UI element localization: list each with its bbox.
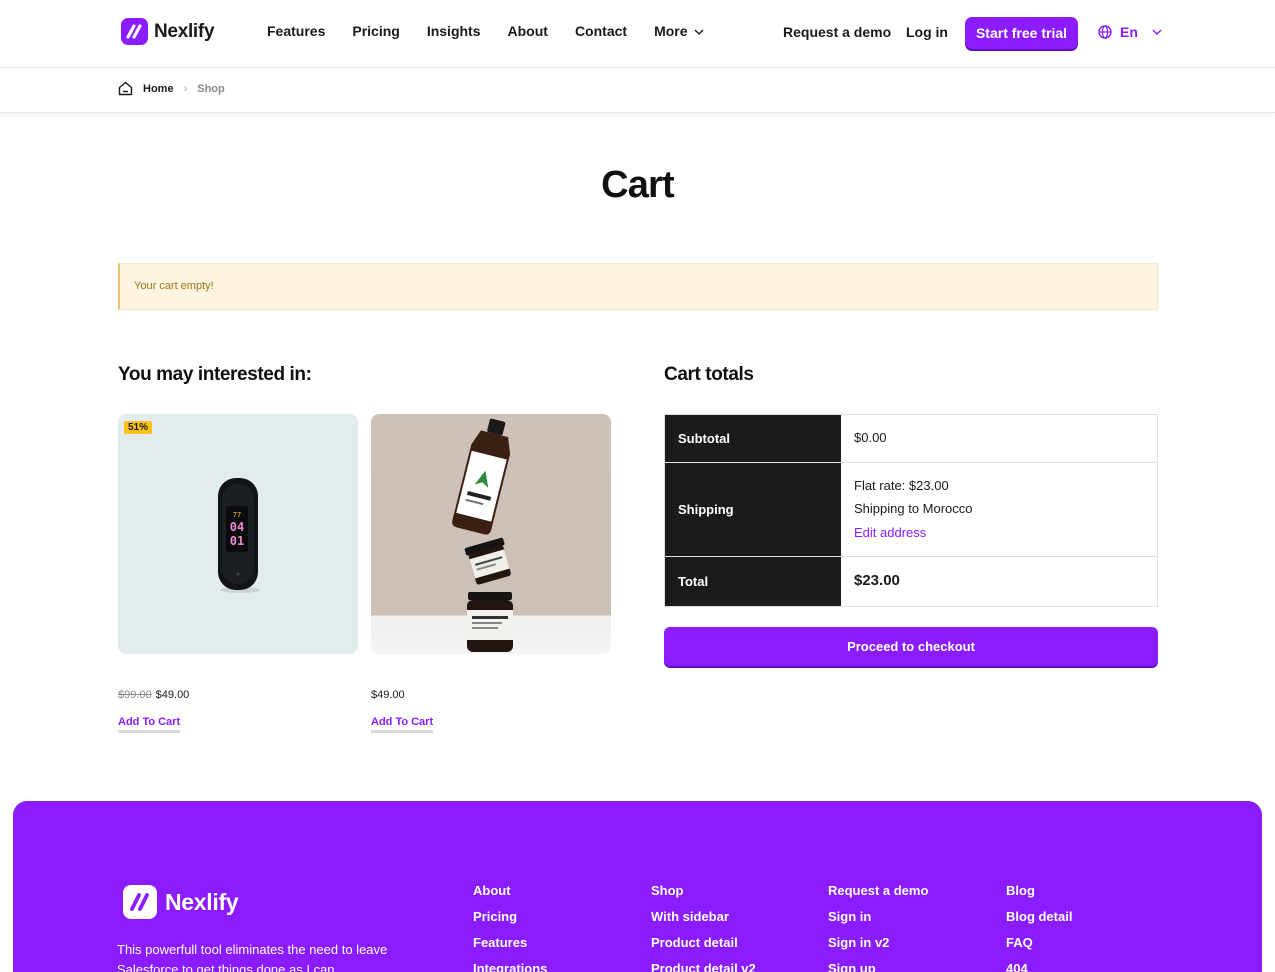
subtotal-row: Subtotal $0.00 — [665, 415, 1157, 463]
start-trial-button[interactable]: Start free trial — [965, 17, 1078, 49]
footer-link[interactable]: Blog detail — [1006, 909, 1072, 925]
request-demo-link[interactable]: Request a demo — [783, 24, 891, 40]
recommend-heading: You may interested in: — [118, 364, 312, 385]
total-row: Total $23.00 — [665, 557, 1157, 606]
svg-text:01: 01 — [230, 534, 244, 548]
cart-totals-heading: Cart totals — [664, 364, 754, 385]
breadcrumb-home[interactable]: Home — [143, 83, 174, 95]
product-card-image[interactable]: 51% 77 04 01 — [118, 414, 358, 654]
footer-link[interactable]: 404 — [1006, 961, 1072, 972]
nav-item-contact[interactable]: Contact — [575, 23, 627, 39]
chevron-down-icon — [1152, 29, 1162, 35]
language-selector[interactable]: En — [1098, 24, 1162, 40]
old-price: $99.00 — [118, 689, 152, 701]
sale-price: $49.00 — [371, 689, 405, 701]
subtotal-value: $0.00 — [854, 430, 887, 445]
total-value: $23.00 — [854, 572, 900, 589]
footer-column: Blog Blog detail FAQ 404 — [1006, 883, 1072, 972]
add-to-cart-button[interactable]: Add To Cart — [118, 716, 181, 733]
logo-mark-icon — [123, 885, 157, 919]
footer-link[interactable]: Blog — [1006, 883, 1072, 899]
footer-link[interactable]: Sign in — [828, 909, 928, 925]
globe-icon — [1098, 25, 1112, 39]
breadcrumb-bar: Home › Shop — [0, 68, 1275, 113]
brand-name: Nexlify — [154, 20, 215, 42]
footer-column: About Pricing Features Integrations — [473, 883, 547, 972]
footer-link[interactable]: Product detail v2 — [651, 961, 756, 972]
nav-item-about[interactable]: About — [508, 23, 548, 39]
cart-empty-notice: Your cart empty! — [118, 263, 1158, 310]
nav-item-features[interactable]: Features — [267, 23, 325, 39]
breadcrumb-current: Shop — [197, 82, 225, 95]
footer-column: Request a demo Sign in Sign in v2 Sign u… — [828, 883, 928, 972]
footer-link[interactable]: Sign up — [828, 961, 928, 972]
total-label: Total — [665, 557, 841, 606]
site-header: Nexlify Features Pricing Insights About … — [0, 0, 1275, 68]
stacked-bottles-image — [452, 418, 513, 652]
subtotal-label: Subtotal — [665, 415, 841, 462]
fitness-band-image: 77 04 01 — [218, 478, 260, 593]
add-to-cart-button[interactable]: Add To Cart — [371, 716, 434, 733]
edit-address-link[interactable]: Edit address — [854, 525, 926, 540]
nav-more-label: More — [654, 23, 688, 39]
shipping-rate: Flat rate: $23.00 — [854, 478, 949, 493]
language-label: En — [1120, 24, 1138, 40]
footer-column: Shop With sidebar Product detail Product… — [651, 883, 756, 972]
footer-link[interactable]: FAQ — [1006, 935, 1072, 951]
footer-link[interactable]: Pricing — [473, 909, 547, 925]
product-card-image[interactable] — [371, 414, 611, 654]
main-nav: Features Pricing Insights About Contact … — [267, 23, 704, 39]
sale-price: $49.00 — [155, 689, 190, 701]
footer-link[interactable]: Product detail — [651, 935, 756, 951]
product-price: $49.00 — [371, 689, 405, 701]
home-icon[interactable] — [118, 81, 133, 96]
footer-link[interactable]: Request a demo — [828, 883, 928, 899]
svg-text:77: 77 — [233, 511, 241, 519]
footer-link[interactable]: Shop — [651, 883, 756, 899]
chevron-down-icon — [694, 29, 704, 35]
nav-item-more[interactable]: More — [654, 23, 704, 39]
shipping-destination: Shipping to Morocco — [854, 501, 973, 516]
site-footer: Nexlify This powerfull tool eliminates t… — [13, 801, 1262, 972]
footer-link[interactable]: Sign in v2 — [828, 935, 928, 951]
breadcrumb: Home › Shop — [118, 81, 225, 96]
footer-link[interactable]: Features — [473, 935, 547, 951]
svg-text:04: 04 — [230, 520, 244, 534]
proceed-to-checkout-button[interactable]: Proceed to checkout — [664, 627, 1158, 666]
footer-link[interactable]: Integrations — [473, 961, 547, 972]
shipping-label: Shipping — [665, 463, 841, 556]
brand-logo[interactable]: Nexlify — [121, 18, 215, 45]
page-title: Cart — [601, 164, 675, 206]
shipping-row: Shipping Flat rate: $23.00 Shipping to M… — [665, 463, 1157, 557]
product-price: $99.00 $49.00 — [118, 689, 189, 701]
footer-logo[interactable]: Nexlify — [123, 885, 239, 919]
nav-item-insights[interactable]: Insights — [427, 23, 481, 39]
nav-item-pricing[interactable]: Pricing — [352, 23, 399, 39]
login-link[interactable]: Log in — [906, 24, 948, 40]
logo-mark-icon — [121, 18, 148, 45]
footer-brand-name: Nexlify — [165, 888, 239, 915]
footer-link[interactable]: With sidebar — [651, 909, 756, 925]
cart-totals-table: Subtotal $0.00 Shipping Flat rate: $23.0… — [664, 414, 1158, 607]
footer-description: This powerfull tool eliminates the need … — [117, 942, 388, 972]
chevron-right-icon: › — [183, 82, 188, 95]
footer-link[interactable]: About — [473, 883, 547, 899]
